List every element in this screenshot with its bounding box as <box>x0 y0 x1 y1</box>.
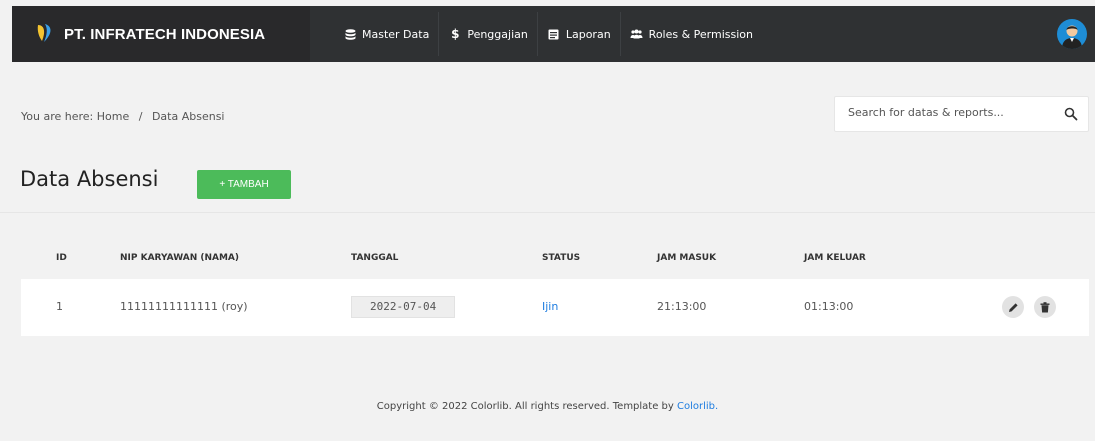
menu-item-laporan[interactable]: Laporan <box>538 12 621 56</box>
divider <box>0 212 1095 213</box>
footer-link[interactable]: Colorlib. <box>677 401 718 412</box>
cell-id: 1 <box>56 300 63 313</box>
column-header-jam-keluar: JAM KELUAR <box>804 253 866 263</box>
user-avatar[interactable] <box>1057 19 1087 49</box>
footer-text: Copyright © 2022 Colorlib. All rights re… <box>376 401 674 412</box>
menu-item-label: Roles & Permission <box>648 27 754 41</box>
menu-item-label: Laporan <box>565 27 611 41</box>
cell-nip-nama: 11111111111111 (roy) <box>120 300 248 313</box>
brand-logo-icon <box>37 24 51 42</box>
brand[interactable]: PT. INFRATECH INDONESIA <box>12 6 310 62</box>
edit-button[interactable] <box>1002 296 1024 318</box>
add-button[interactable]: + TAMBAH <box>197 170 291 199</box>
breadcrumb-current: Data Absensi <box>151 110 225 123</box>
main-menu: Master Data $ Penggajian Laporan Roles &… <box>334 12 762 56</box>
column-header-jam-masuk: JAM MASUK <box>657 253 717 263</box>
delete-button[interactable] <box>1034 296 1056 318</box>
users-icon <box>630 28 644 40</box>
column-header-tanggal: TANGGAL <box>351 253 399 263</box>
menu-item-master-data[interactable]: Master Data <box>334 12 440 56</box>
cell-status-link[interactable]: Ijin <box>542 300 558 313</box>
cell-jam-keluar: 01:13:00 <box>804 300 854 313</box>
cell-jam-masuk: 21:13:00 <box>657 300 707 313</box>
footer: Copyright © 2022 Colorlib. All rights re… <box>0 401 1095 412</box>
trash-icon <box>1040 301 1050 312</box>
search-box <box>834 96 1089 132</box>
breadcrumb-home[interactable]: Home <box>97 110 129 123</box>
column-header-nip-nama: NIP KARYAWAN (NAMA) <box>120 253 240 263</box>
breadcrumb-prefix: You are here: <box>21 110 94 123</box>
menu-item-roles-permission[interactable]: Roles & Permission <box>621 12 762 56</box>
report-icon <box>547 28 561 40</box>
column-header-id: ID <box>56 253 67 263</box>
search-icon[interactable] <box>1064 107 1078 121</box>
menu-item-penggajian[interactable]: $ Penggajian <box>439 12 538 56</box>
search-input[interactable] <box>848 106 1048 119</box>
user-avatar-icon <box>1062 25 1082 49</box>
cell-tanggal-badge: 2022-07-04 <box>351 296 456 318</box>
dollar-icon: $ <box>451 27 460 41</box>
top-navbar: PT. INFRATECH INDONESIA Master Data $ Pe… <box>12 6 1095 62</box>
pencil-icon <box>1008 302 1018 312</box>
menu-item-label: Master Data <box>362 27 430 41</box>
column-header-status: STATUS <box>542 253 581 263</box>
brand-name: PT. INFRATECH INDONESIA <box>64 26 266 43</box>
database-icon <box>343 28 357 40</box>
menu-item-label: Penggajian <box>467 27 528 41</box>
table-row[interactable]: 1 11111111111111 (roy) 2022-07-04 Ijin 2… <box>21 279 1089 336</box>
table-header: ID NIP KARYAWAN (NAMA) TANGGAL STATUS JA… <box>21 253 1089 269</box>
breadcrumb: You are here: Home / Data Absensi <box>21 110 224 123</box>
breadcrumb-separator: / <box>138 110 143 123</box>
page-title: Data Absensi <box>20 167 159 191</box>
